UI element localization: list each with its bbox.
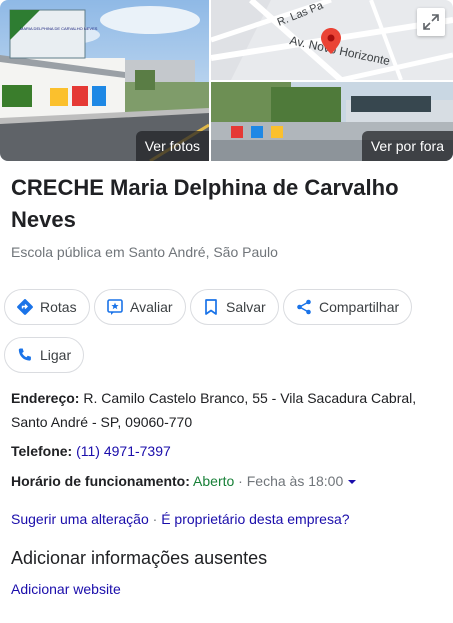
photo-gallery: MARIA DELPHINA DE CARVALHO NEVES Ver fot… — [0, 0, 453, 161]
directions-icon — [15, 297, 35, 317]
share-button[interactable]: Compartilhar — [283, 289, 413, 325]
suggest-edit-link[interactable]: Sugerir uma alteração — [11, 511, 149, 527]
view-photos-label: Ver fotos — [144, 138, 200, 154]
school-sign-text: MARIA DELPHINA DE CARVALHO NEVES — [20, 26, 98, 31]
bookmark-icon — [201, 297, 221, 317]
suggest-row: Sugerir uma alteração · É proprietário d… — [11, 507, 350, 531]
save-button[interactable]: Salvar — [190, 289, 279, 325]
owner-link[interactable]: É proprietário desta empresa? — [161, 511, 349, 527]
address-label: Endereço: — [11, 390, 80, 406]
view-outside-button[interactable]: Ver por fora — [361, 131, 453, 161]
map-thumbnail[interactable]: R. Las Pa Av. Novo Horizonte — [211, 0, 453, 80]
place-title: CRECHE Maria Delphina de Carvalho Neves — [11, 175, 399, 232]
address-line2: Santo André - SP, 09060-770 — [11, 414, 193, 430]
save-label: Salvar — [226, 299, 266, 315]
suggest-separator: · — [148, 511, 162, 527]
expand-map-button[interactable] — [417, 8, 445, 36]
share-label: Compartilhar — [319, 299, 400, 315]
expand-icon — [423, 14, 439, 30]
phone-icon — [15, 345, 35, 365]
hours-close: Fecha às 18:00 — [246, 473, 344, 489]
phone-row: Telefone: (11) 4971-7397 — [11, 439, 171, 463]
routes-label: Rotas — [40, 299, 77, 315]
add-website-row: Adicionar website — [11, 577, 121, 601]
address-line1: R. Camilo Castelo Branco, 55 - Vila Saca… — [83, 390, 417, 406]
svg-text:MARIA DELPHINA DE CARVALHO NEV: MARIA DELPHINA DE CARVALHO NEVES — [20, 26, 98, 31]
place-category: Escola pública em Santo André, São Paulo — [11, 244, 278, 260]
hours-label: Horário de funcionamento: — [11, 473, 190, 489]
review-button[interactable]: Avaliar — [94, 289, 186, 325]
call-label: Ligar — [40, 347, 72, 363]
view-photos-button[interactable]: Ver fotos — [135, 131, 209, 161]
missing-info-title: Adicionar informações ausentes — [11, 548, 268, 568]
street-view-thumbnail[interactable]: Ver por fora — [211, 82, 453, 161]
phone-link[interactable]: (11) 4971-7397 — [76, 443, 171, 459]
review-label: Avaliar — [130, 299, 173, 315]
review-icon — [105, 297, 125, 317]
hours-toggle[interactable]: Fecha às 18:00 — [247, 473, 357, 489]
call-button[interactable]: Ligar — [4, 337, 85, 373]
view-outside-label: Ver por fora — [370, 138, 444, 154]
main-photo[interactable]: MARIA DELPHINA DE CARVALHO NEVES Ver fot… — [0, 0, 209, 161]
dropdown-arrow-icon — [348, 480, 357, 485]
share-icon — [294, 297, 314, 317]
hours-separator: · — [234, 473, 247, 489]
add-website-link[interactable]: Adicionar website — [11, 581, 121, 597]
address-row: Endereço: R. Camilo Castelo Branco, 55 -… — [11, 386, 441, 434]
hours-row: Horário de funcionamento: Aberto · Fecha… — [11, 469, 357, 493]
hours-status: Aberto — [193, 473, 235, 489]
routes-button[interactable]: Rotas — [4, 289, 90, 325]
phone-label: Telefone: — [11, 443, 73, 459]
